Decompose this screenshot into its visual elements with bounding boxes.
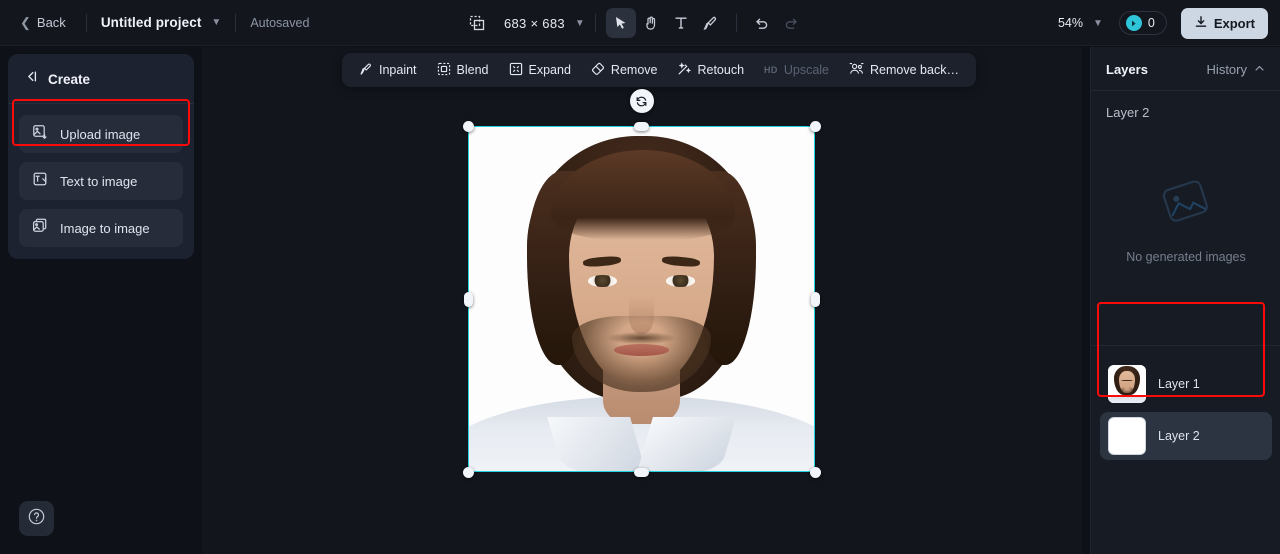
credits-badge[interactable]: 0 [1118,11,1167,35]
tool-expand-label: Expand [528,63,571,77]
tab-history-label: History [1206,62,1247,77]
right-panel-tabs: Layers History [1091,47,1280,91]
tool-retouch-label: Retouch [697,63,745,77]
tool-remove[interactable]: Remove [582,57,667,84]
tool-upscale-label: Upscale [783,63,830,77]
eraser-icon [591,62,605,79]
create-panel-title: Create [48,71,91,87]
remove-background-icon [849,62,864,79]
create-panel: Create Upload image Text to image Image … [8,54,194,259]
divider [235,13,237,32]
top-bar-tools: 683 × 683 ▼ [462,0,807,46]
tool-expand[interactable]: Expand [500,57,580,84]
layer-row[interactable]: Layer 2 [1100,412,1272,460]
back-button[interactable]: ❮ Back [14,11,72,34]
image-to-image-icon [32,218,48,239]
export-label: Export [1213,15,1255,31]
rotate-handle-icon[interactable] [629,89,654,113]
credit-coin-icon [1125,15,1142,31]
tool-upscale: HD Upscale [755,58,838,82]
tab-layers[interactable]: Layers [1106,62,1148,77]
create-panel-header[interactable]: Create [8,54,194,104]
project-title: Untitled project [100,15,202,30]
top-bar-left: ❮ Back Untitled project ▼ Autosaved [0,11,309,34]
text-tool-button[interactable] [666,8,696,38]
project-chevron-down-icon[interactable]: ▼ [211,17,221,28]
text-to-image-button[interactable]: Text to image [19,162,183,200]
top-bar-right: 54% ▼ 0 Export [1058,0,1268,46]
zoom-level-label: 54% [1057,16,1083,30]
text-to-image-icon [32,171,48,192]
undo-button[interactable] [747,8,777,38]
canvas-size-label: 683 × 683 [504,15,565,31]
magic-wand-icon [677,61,692,79]
chevron-left-icon: ❮ [20,15,31,30]
resize-handle-bottom-center[interactable] [634,467,649,477]
brush-tool-button[interactable] [696,8,726,38]
tool-remove-background[interactable]: Remove back… [840,57,968,84]
tool-blend-label: Blend [456,63,489,77]
resize-handle-bottom-left[interactable] [462,466,474,478]
create-options-list: Upload image Text to image Image to imag… [8,104,194,247]
expand-icon [509,62,523,79]
image-to-image-label: Image to image [60,220,150,236]
resize-canvas-icon[interactable] [462,8,492,38]
layer-thumbnail [1108,417,1146,455]
resize-handle-middle-left[interactable] [463,291,473,307]
canvas-area[interactable]: Inpaint Blend Expand Remove Retouch HD U… [202,47,1082,554]
upload-image-label: Upload image [60,126,141,142]
download-icon [1194,15,1208,32]
tab-history[interactable]: History [1207,62,1265,77]
text-to-image-label: Text to image [60,173,138,189]
layer-name: Layer 2 [1158,429,1200,443]
resize-handle-bottom-right[interactable] [809,466,821,478]
layer-thumbnail [1108,365,1146,403]
layers-list: Layer 1 Layer 2 [1091,345,1280,460]
top-bar: ❮ Back Untitled project ▼ Autosaved 683 … [0,0,1280,46]
upload-image-icon [32,124,48,145]
tool-inpaint-label: Inpaint [379,63,417,77]
empty-state-text: No generated images [1126,250,1246,264]
generated-images-empty-state: No generated images [1091,177,1280,264]
selection-border [468,126,815,472]
image-to-image-button[interactable]: Image to image [19,209,183,247]
tool-inpaint[interactable]: Inpaint [350,57,426,84]
export-button[interactable]: Export [1180,7,1268,39]
image-editor-app: ❮ Back Untitled project ▼ Autosaved 683 … [0,0,1280,554]
layer-name: Layer 1 [1158,377,1200,391]
hand-tool-button[interactable] [636,8,666,38]
divider [594,14,596,32]
selected-image-frame[interactable] [462,89,821,478]
resize-handle-top-right[interactable] [809,120,821,132]
resize-handle-top-center[interactable] [634,121,649,131]
right-panel: Layers History Layer 2 No generated imag… [1090,47,1280,554]
hd-icon: HD [764,65,778,75]
inpaint-brush-icon [359,62,373,79]
redo-button[interactable] [777,8,807,38]
tool-remove-background-label: Remove back… [870,63,959,77]
upload-image-button[interactable]: Upload image [19,115,183,153]
back-label: Back [36,15,66,30]
divider [735,14,737,32]
select-tool-button[interactable] [605,8,636,38]
tool-retouch[interactable]: Retouch [668,57,753,84]
help-question-icon [27,507,46,531]
tool-blend[interactable]: Blend [428,57,498,84]
canvas-context-toolbar: Inpaint Blend Expand Remove Retouch HD U… [342,53,976,87]
help-button[interactable] [19,501,54,536]
active-layer-label: Layer 2 [1106,105,1150,120]
resize-handle-middle-right[interactable] [810,291,820,307]
image-placeholder-icon [1158,177,1214,234]
collapse-panel-icon [24,69,39,89]
blend-icon [437,62,451,79]
divider [85,13,87,32]
zoom-chevron-down-icon[interactable]: ▼ [1093,18,1103,29]
autosaved-status: Autosaved [250,15,310,30]
credits-count: 0 [1147,16,1155,30]
layer-row[interactable]: Layer 1 [1100,360,1272,408]
size-chevron-down-icon[interactable]: ▼ [575,18,585,29]
chevron-up-icon [1254,62,1265,77]
resize-handle-top-left[interactable] [462,120,474,132]
tool-remove-label: Remove [610,63,658,77]
